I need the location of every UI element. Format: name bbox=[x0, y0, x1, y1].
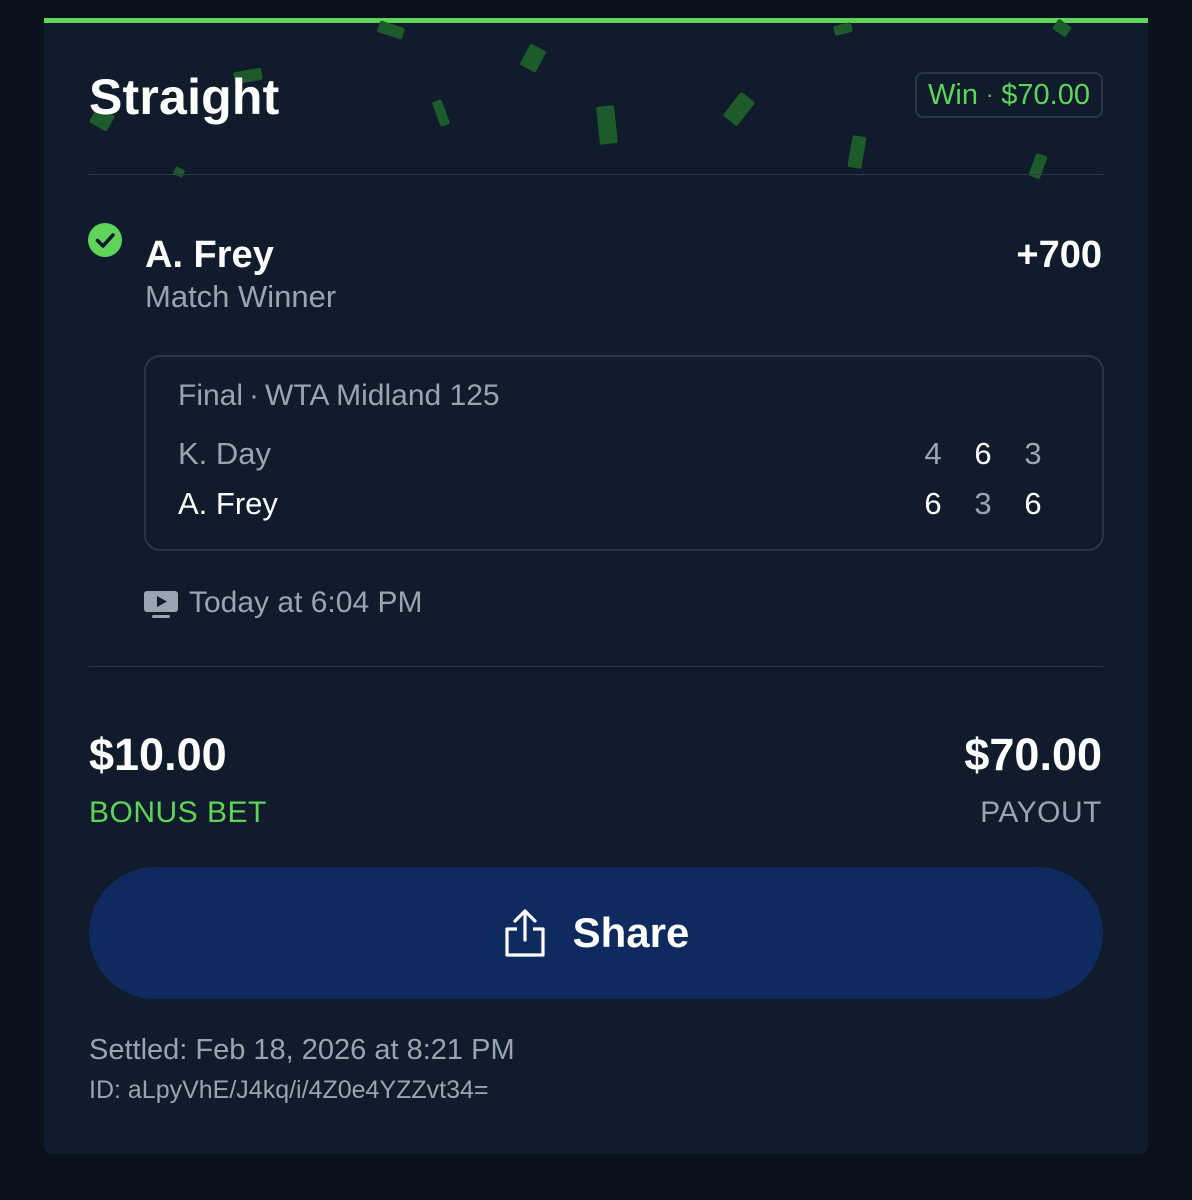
tv-icon bbox=[144, 591, 178, 618]
scoreboard[interactable]: Final · WTA Midland 125 K. Day 4 6 3 A. Fr… bbox=[144, 355, 1104, 551]
payout-label: PAYOUT bbox=[980, 796, 1102, 829]
player-name: A. Frey bbox=[178, 486, 278, 521]
share-icon bbox=[505, 909, 545, 957]
event-time: Today at 6:04 PM bbox=[189, 586, 423, 619]
set-score: 6 bbox=[924, 486, 942, 521]
market-name: Match Winner bbox=[145, 279, 337, 314]
scoreboard-separator: · bbox=[249, 379, 260, 412]
set-scores: 4 6 3 bbox=[908, 436, 1058, 472]
set-scores: 6 3 6 bbox=[908, 486, 1058, 522]
score-row: A. Frey 6 3 6 bbox=[178, 486, 1070, 526]
bet-id: ID: aLpyVhE/J4kq/i/4Z0e4YZZvt34= bbox=[89, 1076, 489, 1104]
bet-card: Straight Win · $70.00 A. Frey +700 Match… bbox=[44, 18, 1148, 1154]
result-separator: · bbox=[985, 82, 994, 107]
match-status: Final bbox=[178, 379, 244, 412]
set-score: 3 bbox=[1024, 436, 1042, 471]
selection-name: A. Frey bbox=[145, 234, 274, 276]
set-score: 6 bbox=[1024, 486, 1042, 521]
stake-amount: $10.00 bbox=[89, 729, 227, 780]
result-label: Win bbox=[928, 78, 978, 111]
selection-odds: +700 bbox=[1016, 234, 1102, 276]
stake-label: BONUS BET bbox=[89, 796, 267, 829]
set-score: 6 bbox=[974, 436, 992, 471]
summary-divider bbox=[89, 666, 1103, 667]
tournament-name: WTA Midland 125 bbox=[265, 379, 500, 412]
set-score: 4 bbox=[924, 436, 942, 471]
score-row: K. Day 4 6 3 bbox=[178, 436, 1070, 476]
share-button[interactable]: Share bbox=[89, 867, 1103, 999]
settled-date: Settled: Feb 18, 2026 at 8:21 PM bbox=[89, 1034, 515, 1066]
set-score: 3 bbox=[974, 486, 992, 521]
result-amount: $70.00 bbox=[1001, 78, 1090, 111]
payout-amount: $70.00 bbox=[964, 729, 1102, 780]
scoreboard-header: Final · WTA Midland 125 bbox=[178, 379, 500, 413]
player-name: K. Day bbox=[178, 436, 272, 471]
check-circle-icon bbox=[88, 223, 122, 257]
header-divider bbox=[89, 174, 1103, 175]
result-badge: Win · $70.00 bbox=[915, 72, 1103, 118]
bet-type-title: Straight bbox=[89, 69, 280, 125]
share-label: Share bbox=[572, 909, 690, 956]
